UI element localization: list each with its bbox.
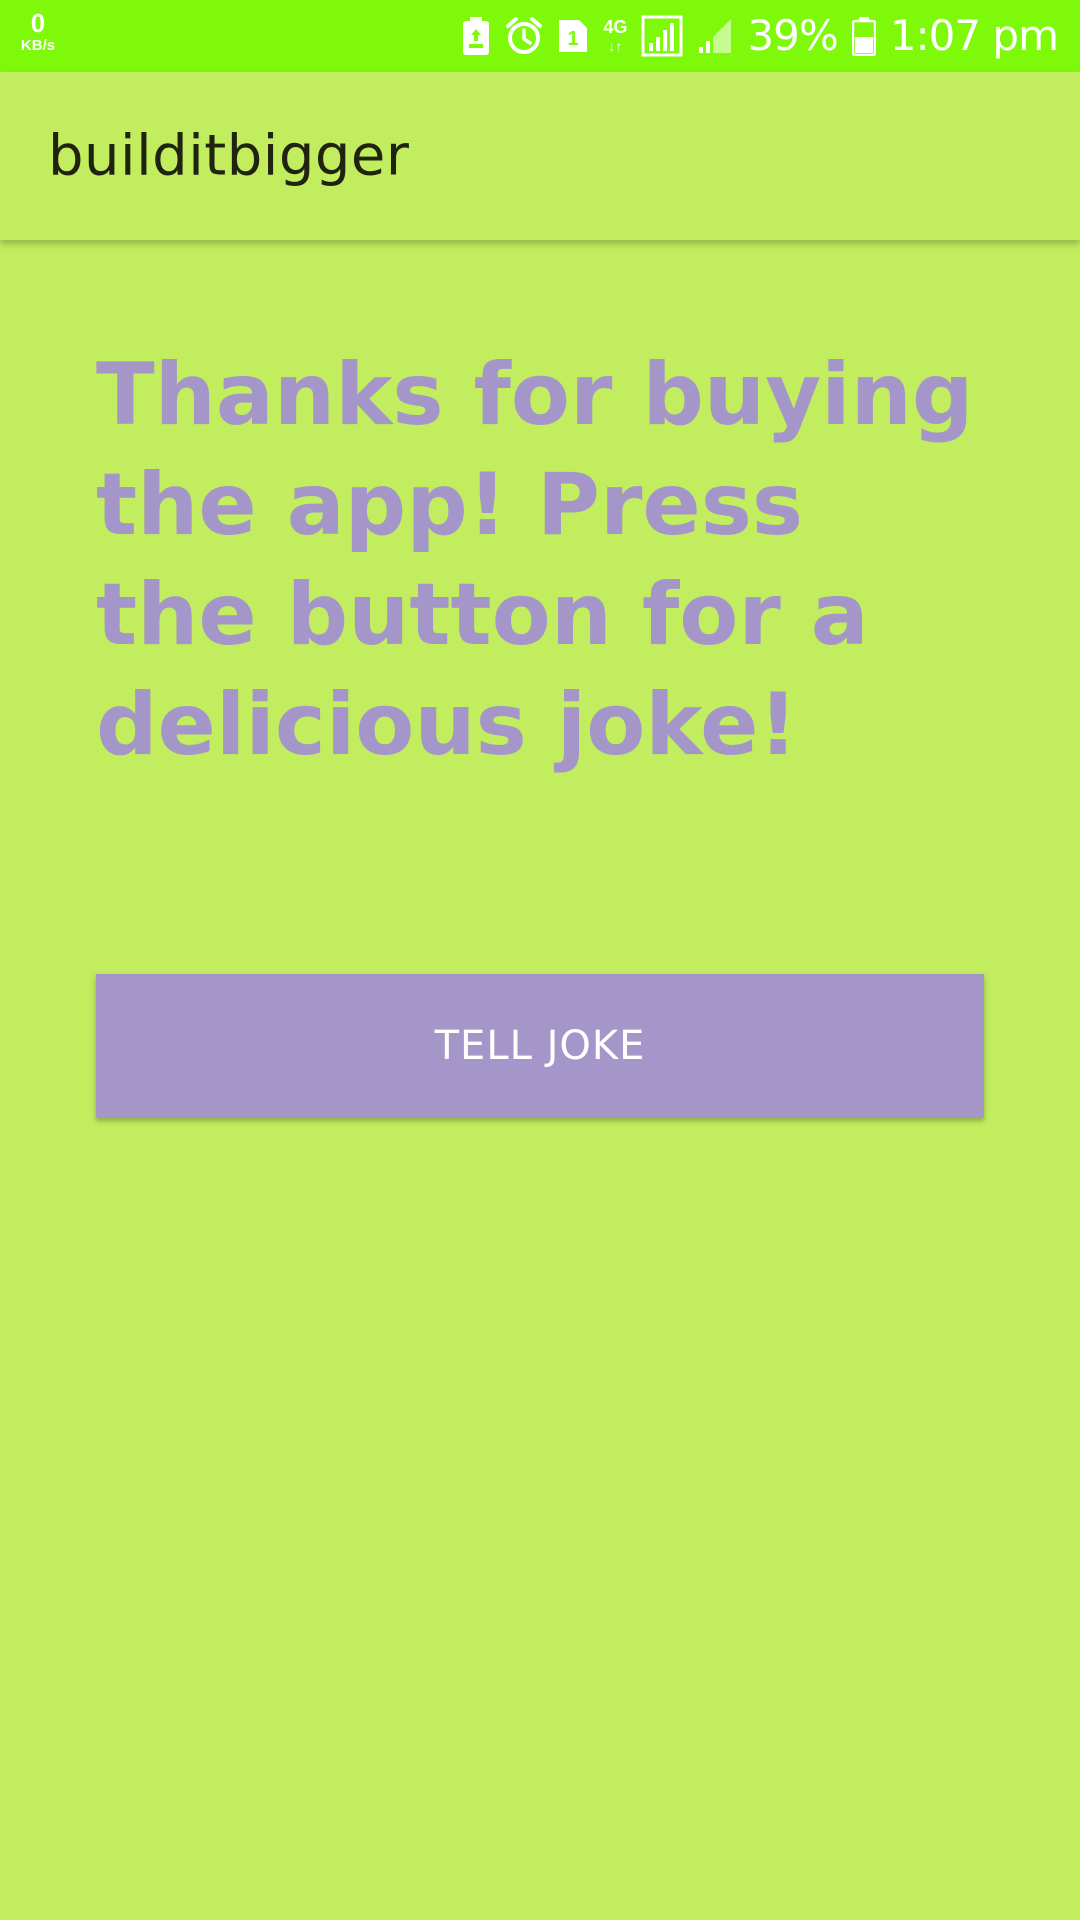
- sim-icon: 1: [557, 18, 589, 54]
- network-type-label: 4G: [603, 17, 628, 37]
- tell-joke-button[interactable]: TELL JOKE: [96, 974, 984, 1118]
- status-bar: 0 KB/s 1 4G ↓↑ 39% 1:07 pm: [0, 0, 1080, 72]
- battery-saver-icon: [461, 16, 491, 56]
- network-speed: 0 KB/s: [14, 10, 62, 53]
- status-clock: 1:07 pm: [889, 11, 1059, 60]
- alarm-icon: [505, 17, 543, 55]
- status-icons: 1 4G ↓↑ 39% 1:07 pm: [461, 0, 1059, 72]
- battery-icon: [851, 16, 876, 56]
- app-title: builditbigger: [48, 123, 410, 189]
- network-speed-value: 0: [30, 8, 46, 38]
- app-bar: builditbigger: [0, 72, 1080, 240]
- tell-joke-button-label: TELL JOKE: [434, 1023, 646, 1069]
- network-speed-unit: KB/s: [20, 37, 56, 54]
- signal-icon: [641, 15, 683, 57]
- signal-weak-icon: [697, 17, 733, 55]
- sim-slot-label: 1: [568, 28, 579, 50]
- battery-percent: 39%: [747, 11, 838, 60]
- thanks-message: Thanks for buying the app! Press the but…: [96, 345, 974, 775]
- data-arrows-icon: 4G ↓↑: [603, 17, 628, 54]
